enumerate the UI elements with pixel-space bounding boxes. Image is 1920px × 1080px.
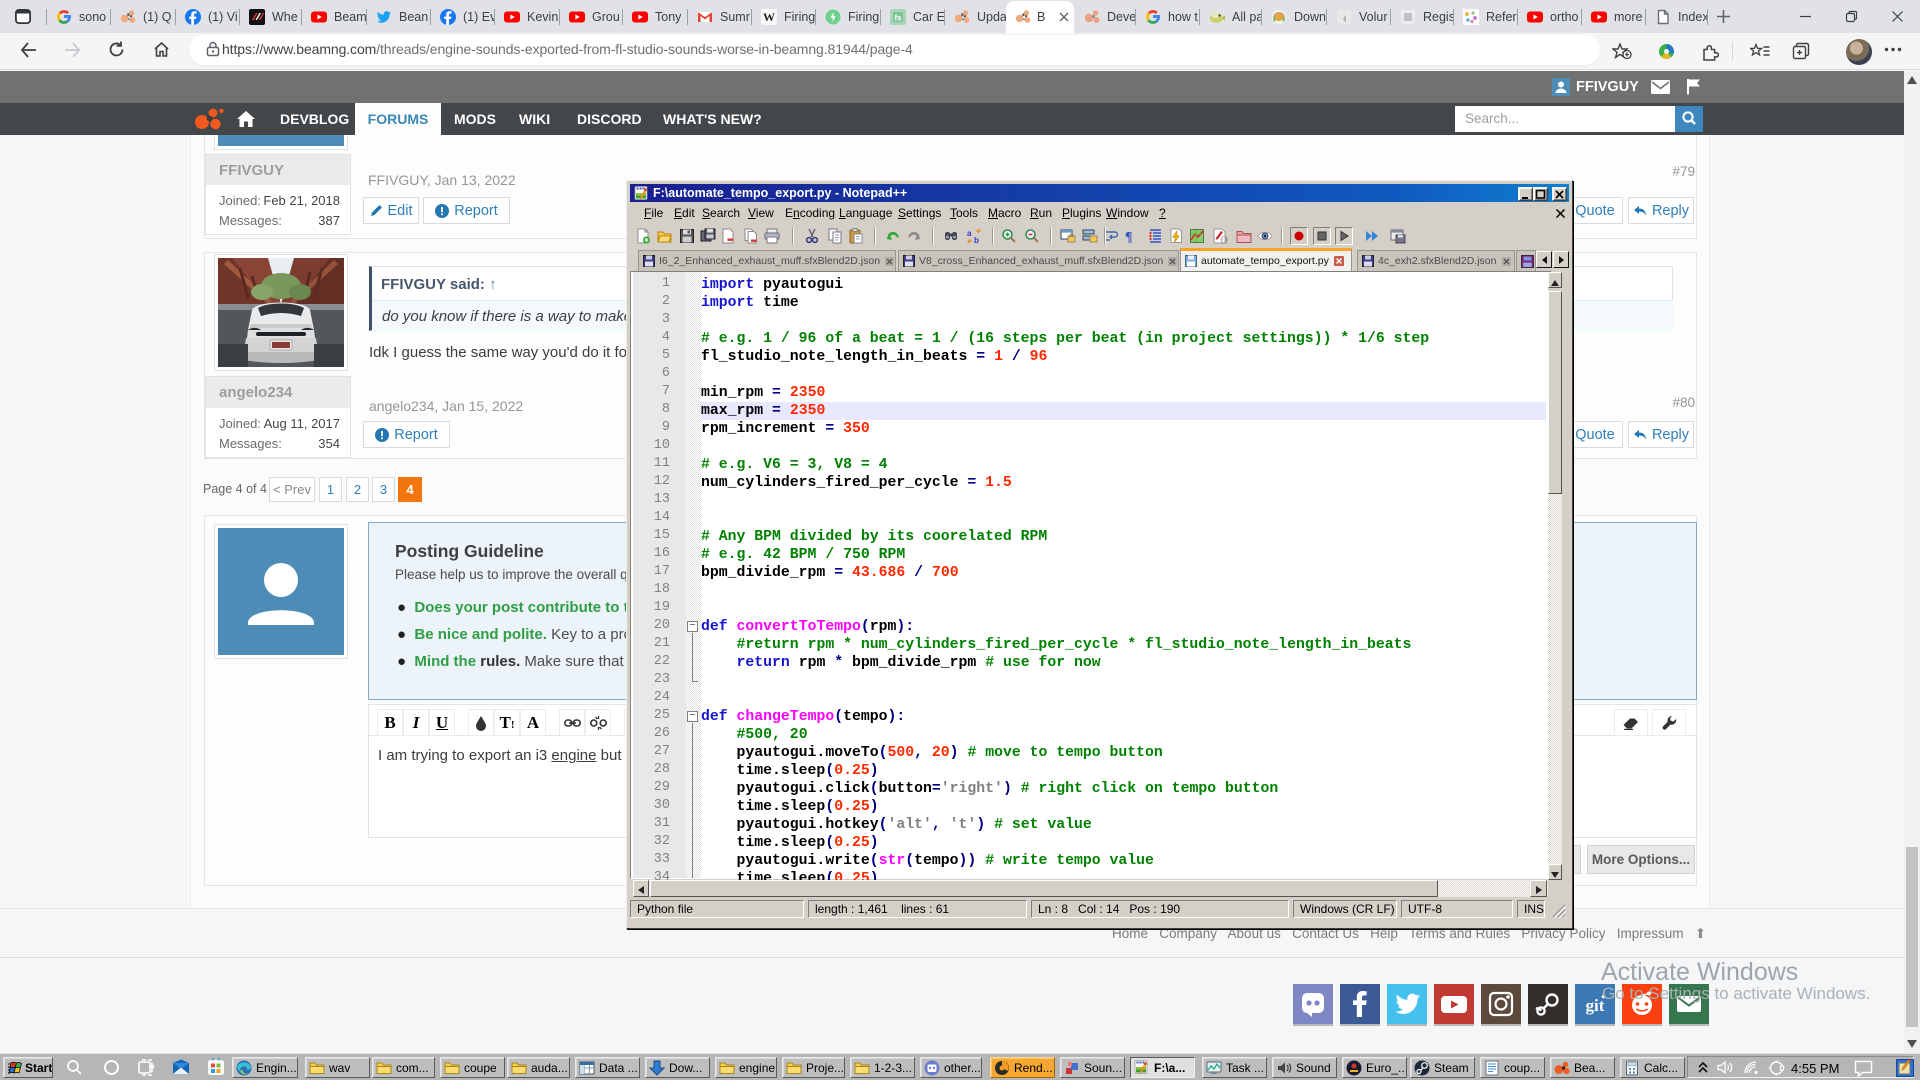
svg-text:¶: ¶ (1125, 230, 1133, 244)
svg-text:{}: {} (1220, 237, 1228, 244)
svg-text:b: b (974, 236, 979, 244)
svg-text:fs: fs (894, 13, 902, 22)
svg-text:a: a (967, 229, 972, 238)
svg-text:W: W (763, 10, 775, 24)
